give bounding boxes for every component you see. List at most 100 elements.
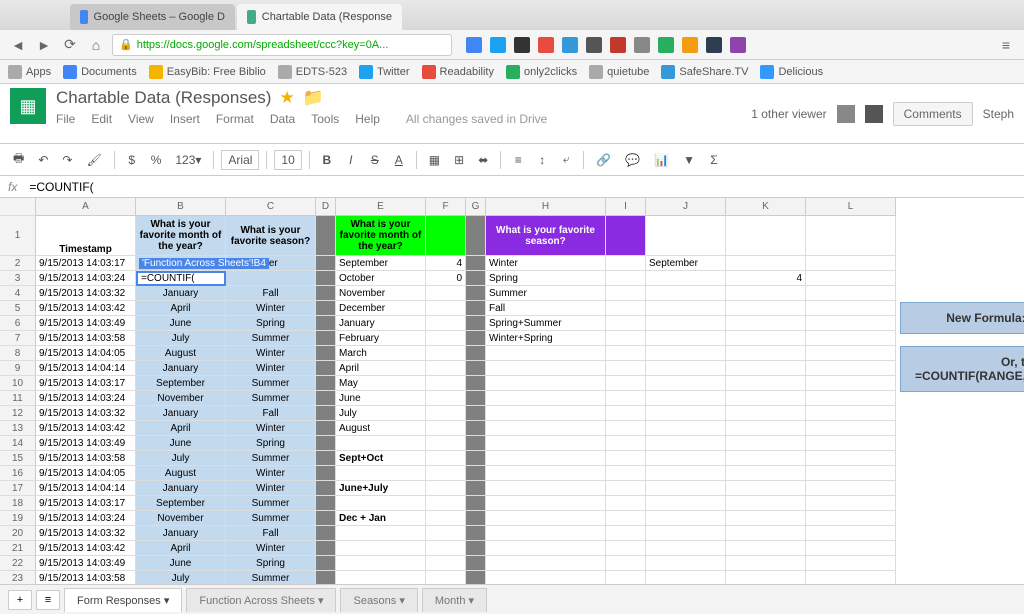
percent-button[interactable]: % — [146, 150, 167, 170]
redo-button[interactable]: ↷ — [57, 150, 77, 170]
cell[interactable] — [806, 421, 896, 436]
col-header[interactable]: C — [226, 198, 316, 215]
row-header[interactable]: 1 — [0, 216, 36, 256]
cell[interactable] — [316, 301, 336, 316]
row-header[interactable]: 5 — [0, 301, 36, 316]
bookmark[interactable]: Documents — [63, 65, 137, 79]
cell[interactable] — [606, 391, 646, 406]
cell[interactable] — [466, 301, 486, 316]
cell[interactable]: Summer — [226, 511, 316, 526]
cell[interactable] — [646, 481, 726, 496]
cell[interactable] — [426, 346, 466, 361]
cell[interactable] — [606, 556, 646, 571]
cell[interactable]: May — [336, 376, 426, 391]
italic-button[interactable]: I — [341, 150, 361, 170]
ext-icon[interactable] — [514, 37, 530, 53]
cell[interactable]: July — [336, 406, 426, 421]
cell[interactable] — [426, 526, 466, 541]
cell[interactable] — [316, 436, 336, 451]
cell[interactable]: 9/15/2013 14:04:05 — [36, 466, 136, 481]
font-select[interactable]: Arial — [221, 150, 259, 170]
row-header[interactable]: 12 — [0, 406, 36, 421]
bookmark[interactable]: quietube — [589, 65, 649, 79]
cell[interactable] — [726, 466, 806, 481]
cell[interactable]: Winter — [486, 256, 606, 271]
sheet-tab-active[interactable]: Form Responses ▾ — [64, 588, 182, 612]
menu-tools[interactable]: Tools — [311, 112, 339, 126]
cell[interactable] — [726, 391, 806, 406]
cell[interactable] — [466, 556, 486, 571]
cell[interactable]: Spring — [486, 271, 606, 286]
row-header[interactable]: 6 — [0, 316, 36, 331]
cell[interactable] — [466, 436, 486, 451]
row-header[interactable]: 11 — [0, 391, 36, 406]
col-header[interactable]: D — [316, 198, 336, 215]
cell[interactable] — [646, 271, 726, 286]
cell[interactable] — [486, 376, 606, 391]
cell[interactable] — [466, 331, 486, 346]
ext-icon[interactable] — [706, 37, 722, 53]
chart-icon[interactable]: 📊 — [649, 150, 674, 170]
cell[interactable] — [646, 496, 726, 511]
cell[interactable] — [606, 316, 646, 331]
cell[interactable]: What is your favorite month of the year? — [336, 216, 426, 256]
menu-format[interactable]: Format — [216, 112, 254, 126]
select-all[interactable] — [0, 198, 36, 216]
cell[interactable]: Winter — [226, 301, 316, 316]
bookmark[interactable]: Twitter — [359, 65, 409, 79]
cell[interactable] — [606, 571, 646, 584]
cell[interactable]: January — [136, 361, 226, 376]
cell[interactable] — [806, 451, 896, 466]
cell[interactable]: Spring — [226, 556, 316, 571]
row-header[interactable]: 18 — [0, 496, 36, 511]
cell[interactable] — [466, 481, 486, 496]
cell[interactable] — [466, 216, 486, 256]
cell[interactable] — [726, 421, 806, 436]
cell[interactable]: Spring — [226, 436, 316, 451]
ext-icon[interactable] — [490, 37, 506, 53]
cell[interactable]: Fall — [226, 286, 316, 301]
cell[interactable] — [426, 301, 466, 316]
cell[interactable] — [726, 571, 806, 584]
row-header[interactable]: 22 — [0, 556, 36, 571]
cell[interactable]: July — [136, 331, 226, 346]
col-header[interactable]: J — [646, 198, 726, 215]
ext-icon[interactable] — [586, 37, 602, 53]
cell[interactable] — [726, 256, 806, 271]
cell[interactable]: What is your favorite season? — [226, 216, 316, 256]
cell[interactable] — [466, 406, 486, 421]
cell[interactable] — [606, 376, 646, 391]
cell[interactable] — [486, 526, 606, 541]
cell[interactable]: April — [336, 361, 426, 376]
print-icon[interactable]: 🖶 — [8, 146, 29, 173]
cell[interactable]: Winter — [226, 361, 316, 376]
cell[interactable] — [316, 216, 336, 256]
row-header[interactable]: 8 — [0, 346, 36, 361]
filter-icon[interactable]: ▼ — [678, 150, 700, 170]
cell[interactable] — [316, 541, 336, 556]
cell[interactable] — [646, 511, 726, 526]
cell[interactable] — [646, 391, 726, 406]
cell[interactable]: July — [136, 451, 226, 466]
cell[interactable] — [316, 391, 336, 406]
sheet-tab[interactable]: Seasons ▾ — [340, 588, 417, 612]
cell[interactable] — [806, 436, 896, 451]
cell[interactable] — [426, 361, 466, 376]
sheet-tab[interactable]: Month ▾ — [422, 588, 487, 612]
comment-icon[interactable]: 💬 — [620, 150, 645, 170]
cell[interactable] — [486, 541, 606, 556]
cell[interactable] — [606, 511, 646, 526]
col-header[interactable]: I — [606, 198, 646, 215]
cell[interactable] — [316, 286, 336, 301]
cell[interactable]: August — [336, 421, 426, 436]
undo-button[interactable]: ↶ — [33, 150, 53, 170]
cell[interactable] — [486, 421, 606, 436]
cell[interactable] — [486, 571, 606, 584]
cell[interactable]: What is your favorite month of the year? — [136, 216, 226, 256]
cell[interactable] — [806, 406, 896, 421]
browser-tab[interactable]: Google Sheets – Google D — [70, 4, 235, 30]
cell[interactable]: Timestamp — [36, 216, 136, 256]
cell[interactable] — [726, 406, 806, 421]
cell[interactable]: 9/15/2013 14:04:05 — [36, 346, 136, 361]
cell[interactable]: Summer — [226, 331, 316, 346]
